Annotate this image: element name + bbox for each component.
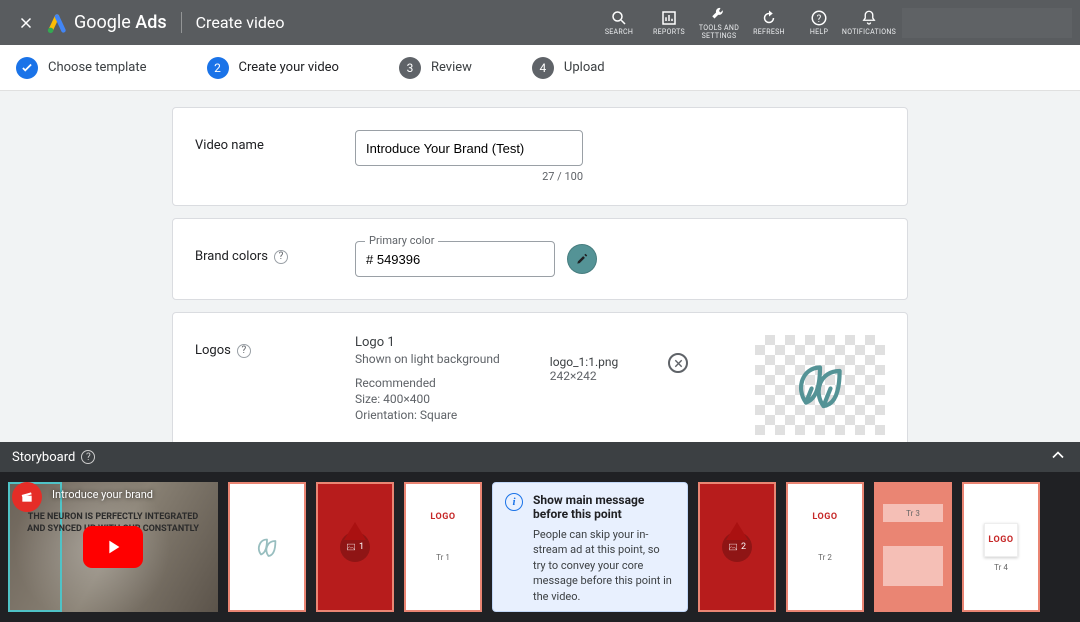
step-upload[interactable]: 4 Upload [532,57,605,79]
help-tool[interactable]: ? HELP [794,3,844,43]
info-body: People can skip your in-stream ad at thi… [533,527,675,604]
bell-icon [860,9,878,27]
help-icon[interactable]: ? [81,450,95,464]
storyboard-frame[interactable]: LOGO Tr 2 [786,482,864,612]
leaf-icon [252,532,282,562]
step-label: Choose template [48,60,147,75]
step-label: Review [431,60,472,75]
google-ads-logo-icon [46,12,68,34]
leaf-icon [785,350,855,420]
storyboard-panel: Storyboard ? Introduce your brand THE NE… [0,442,1080,622]
text-slot-label: Tr 3 [883,504,943,522]
image-icon [346,542,356,552]
close-icon [17,14,35,32]
notifications-tool[interactable]: NOTIFICATIONS [844,3,894,43]
page-title: Create video [182,13,285,32]
char-counter: 27 / 100 [355,170,583,183]
form-cards: Video name 27 / 100 Brand colors ? Prima… [0,91,1080,458]
storyboard-frame[interactable]: 1 [316,482,394,612]
storyboard-info-card: i Show main message before this point Pe… [492,482,688,612]
help-icon: ? [810,9,828,27]
logo-file-info: logo_1:1.png 242×242 [550,355,618,383]
storyboard-header[interactable]: Storyboard ? [0,442,1080,472]
wizard-stepper: Choose template 2 Create your video 3 Re… [0,45,1080,91]
tools-settings-tool[interactable]: TOOLS AND SETTINGS [694,3,744,43]
brand-colors-label: Brand colors ? [195,241,355,264]
x-icon [673,358,684,369]
step-number: 2 [207,57,229,79]
storyboard-frame[interactable]: 2 [698,482,776,612]
storyboard-frame[interactable]: LOGO Tr 1 [404,482,482,612]
eyedropper-icon [575,252,589,266]
storyboard-preview-scene[interactable]: Introduce your brand THE NEURON IS PERFE… [8,482,218,612]
brand-ads: Ads [135,12,166,33]
search-tool[interactable]: SEARCH [594,3,644,43]
logo-orientation: Orientation: Square [355,408,500,422]
info-title: Show main message before this point [533,493,675,521]
chevron-up-icon [1048,445,1068,465]
logos-label: Logos ? [195,335,355,358]
step-number: 3 [399,57,421,79]
step-label: Upload [564,60,605,75]
step-review[interactable]: 3 Review [399,57,472,79]
image-slot-label: 2 [728,542,746,552]
logos-card: Logos ? Logo 1 Shown on light background… [172,312,908,458]
remove-logo-button[interactable] [668,353,688,373]
step-create-video[interactable]: 2 Create your video [207,57,339,79]
image-icon [728,542,738,552]
logo-info: Logo 1 Shown on light background Recomme… [355,335,500,422]
wrench-icon [710,5,728,23]
text-slot-label: Tr 4 [994,563,1008,572]
primary-color-floating-label: Primary color [365,234,438,247]
app-header: Google Ads Create video SEARCH REPORTS T… [0,0,1080,45]
storyboard-frame[interactable]: LOGO Tr 4 [962,482,1040,612]
refresh-icon [760,9,778,27]
logo-placeholder: LOGO [430,512,455,522]
step-choose-template[interactable]: Choose template [16,57,147,79]
logo-size: Size: 400×400 [355,392,500,406]
logo-title: Logo 1 [355,335,500,350]
color-picker-button[interactable] [567,244,597,274]
step-number: 4 [532,57,554,79]
reports-tool[interactable]: REPORTS [644,3,694,43]
storyboard-title: Storyboard [12,450,75,465]
logo-filename: logo_1:1.png [550,355,618,369]
video-name-card: Video name 27 / 100 [172,107,908,206]
check-icon [16,57,38,79]
reports-icon [660,9,678,27]
logo-shown-on: Shown on light background [355,352,500,366]
refresh-tool[interactable]: REFRESH [744,3,794,43]
logo-recommended: Recommended [355,376,500,390]
brand-google: Google [74,12,131,33]
svg-text:?: ? [817,13,822,24]
brand-colors-card: Brand colors ? Primary color [172,218,908,300]
image-slot-label: 1 [346,542,364,552]
info-icon: i [505,493,523,511]
storyboard-frame[interactable]: Tr 3 [874,482,952,612]
logo-preview [755,335,885,435]
text-slot-label: Tr 2 [818,553,832,562]
step-label: Create your video [239,60,339,75]
brand-name: Google Ads [74,12,182,33]
logo-placeholder: LOGO [812,512,837,522]
director-badge-icon [12,482,42,512]
search-icon [610,9,628,27]
logo-box: LOGO [984,523,1018,557]
text-slot-label: Tr 1 [436,553,450,562]
storyboard-strip[interactable]: Introduce your brand THE NEURON IS PERFE… [0,472,1080,622]
help-icon[interactable]: ? [237,344,251,358]
logo-dimensions: 242×242 [550,369,618,383]
content-block [883,546,943,586]
storyboard-frame[interactable] [228,482,306,612]
header-placeholder [902,8,1072,38]
collapse-button[interactable] [1048,445,1068,469]
video-name-input[interactable] [355,130,583,166]
play-button[interactable] [83,526,143,568]
help-icon[interactable]: ? [274,250,288,264]
play-icon [102,536,124,558]
scene-title: Introduce your brand [52,488,153,501]
video-name-label: Video name [195,130,355,153]
close-button[interactable] [8,5,44,41]
